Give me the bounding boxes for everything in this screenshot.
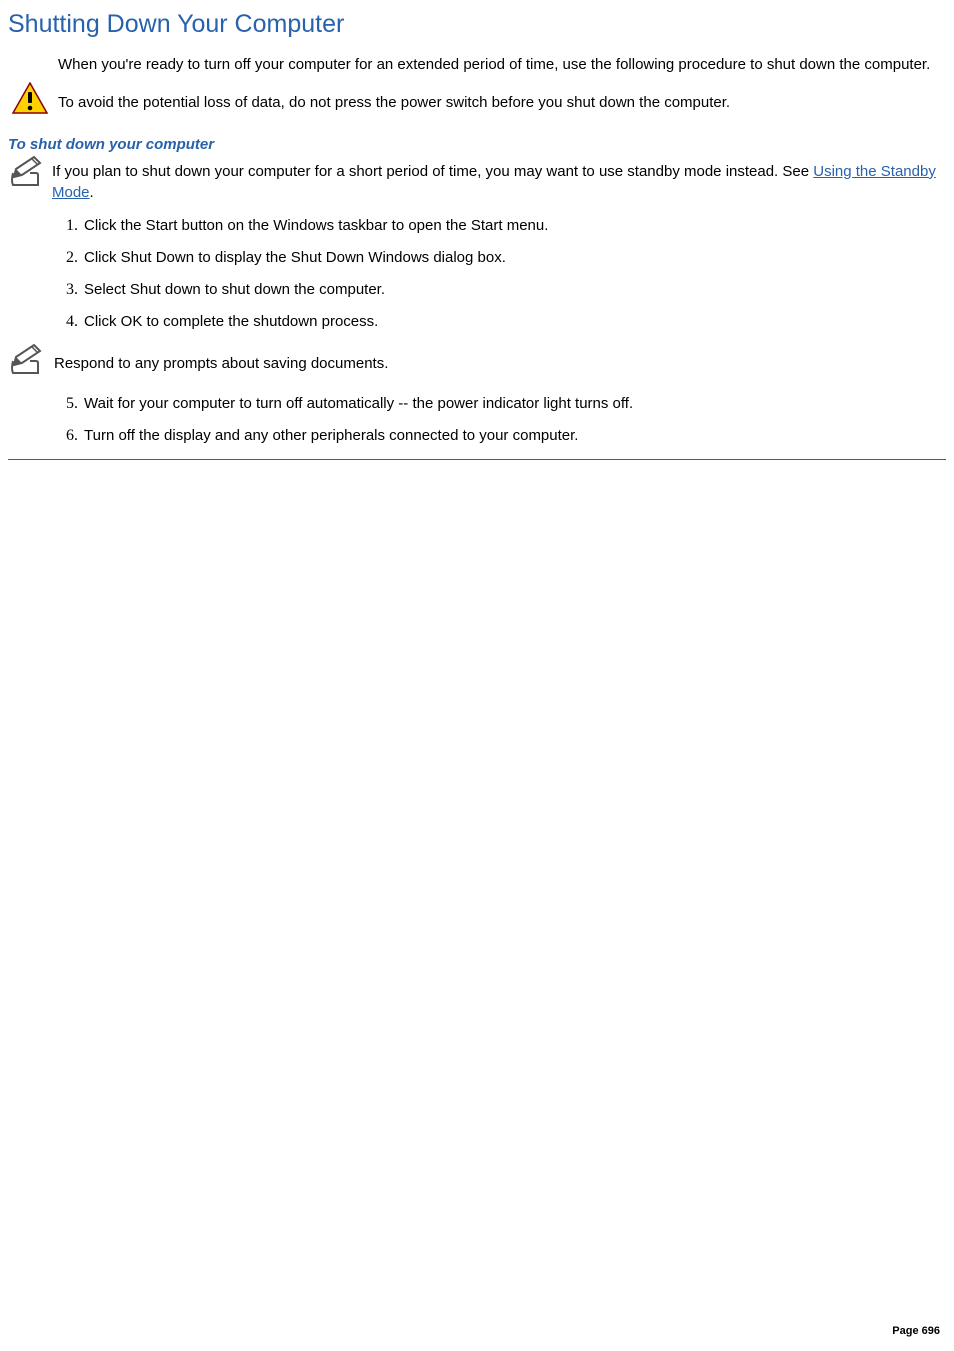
- standby-note-prefix: If you plan to shut down your computer f…: [52, 163, 813, 180]
- pencil-note-icon: [8, 343, 48, 381]
- step-4-text: Click OK to complete the shutdown proces…: [84, 313, 378, 330]
- step-3: Select Shut down to shut down the comput…: [82, 281, 946, 299]
- caution-text: To avoid the potential loss of data, do …: [58, 86, 946, 113]
- step-1: Click the Start button on the Windows ta…: [82, 217, 946, 235]
- standby-note-suffix: .: [90, 184, 94, 201]
- pencil-note-icon: [8, 155, 48, 195]
- warning-icon: [12, 82, 48, 120]
- step-2: Click Shut Down to display the Shut Down…: [82, 249, 946, 267]
- step-6-text: Turn off the display and any other perip…: [84, 427, 578, 444]
- standby-note: If you plan to shut down your computer f…: [8, 161, 946, 203]
- steps-list-part1: Click the Start button on the Windows ta…: [42, 217, 946, 331]
- page-number: Page 696: [892, 1325, 940, 1337]
- procedure-heading: To shut down your computer: [8, 136, 946, 153]
- step-5-text: Wait for your computer to turn off autom…: [84, 395, 633, 412]
- caution-note: To avoid the potential loss of data, do …: [8, 86, 946, 118]
- page-title: Shutting Down Your Computer: [8, 10, 946, 39]
- step-6: Turn off the display and any other perip…: [82, 427, 946, 445]
- steps-list-part2: Wait for your computer to turn off autom…: [42, 395, 946, 445]
- step-2-text: Click Shut Down to display the Shut Down…: [84, 249, 506, 266]
- step-1-text: Click the Start button on the Windows ta…: [84, 217, 548, 234]
- intro-paragraph: When you're ready to turn off your compu…: [58, 54, 946, 76]
- step-3-text: Select Shut down to shut down the comput…: [84, 281, 385, 298]
- step-4: Click OK to complete the shutdown proces…: [82, 313, 946, 331]
- step-5: Wait for your computer to turn off autom…: [82, 395, 946, 413]
- save-prompts-note: Respond to any prompts about saving docu…: [8, 345, 946, 381]
- save-prompts-text: Respond to any prompts about saving docu…: [54, 345, 946, 372]
- section-divider: [8, 459, 946, 460]
